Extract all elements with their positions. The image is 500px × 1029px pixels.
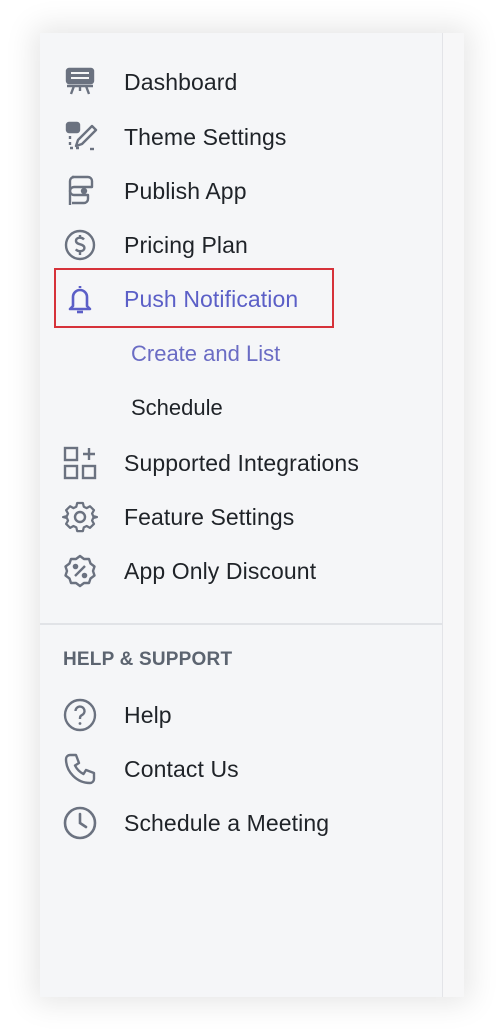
dollar-icon: [60, 225, 100, 265]
nav-label: Supported Integrations: [124, 449, 359, 476]
sub-item-schedule[interactable]: Schedule: [131, 390, 223, 426]
help-icon: [60, 695, 100, 735]
sidebar-panel: Dashboard Theme Settings Publish App Pri…: [40, 33, 464, 997]
help-support-heading: HELP & SUPPORT: [63, 649, 233, 670]
nav-item-theme-settings[interactable]: Theme Settings: [60, 117, 286, 157]
nav-item-supported-integrations[interactable]: Supported Integrations: [60, 443, 359, 483]
clock-icon: [60, 803, 100, 843]
nav-item-pricing-plan[interactable]: Pricing Plan: [60, 225, 248, 265]
integrations-icon: [60, 443, 100, 483]
phone-icon: [60, 749, 100, 789]
nav-item-app-only-discount[interactable]: App Only Discount: [60, 551, 316, 591]
nav-item-schedule-a-meeting[interactable]: Schedule a Meeting: [60, 803, 329, 843]
discount-icon: [60, 551, 100, 591]
sub-item-label: Schedule: [131, 395, 223, 420]
nav-label: Theme Settings: [124, 123, 287, 150]
bell-icon: [60, 279, 100, 319]
nav-label: Publish App: [124, 177, 247, 204]
sidebar-right-edge: [442, 33, 464, 997]
divider: [40, 623, 443, 625]
sub-item-create-and-list[interactable]: Create and List: [131, 336, 280, 372]
dashboard-icon: [60, 62, 100, 102]
nav-item-help[interactable]: Help: [60, 695, 172, 735]
nav-item-publish-app[interactable]: Publish App: [60, 171, 247, 211]
nav-item-push-notification[interactable]: Push Notification: [60, 279, 298, 319]
theme-edit-icon: [60, 117, 100, 157]
nav-label: Contact Us: [124, 755, 239, 782]
nav-label: App Only Discount: [124, 557, 317, 584]
nav-item-dashboard[interactable]: Dashboard: [60, 62, 237, 102]
nav-label: Feature Settings: [124, 503, 295, 530]
nav-label: Schedule a Meeting: [124, 809, 330, 836]
gear-icon: [60, 497, 100, 537]
nav-item-feature-settings[interactable]: Feature Settings: [60, 497, 294, 537]
nav-item-contact-us[interactable]: Contact Us: [60, 749, 239, 789]
nav-label: Dashboard: [124, 68, 238, 95]
nav-label: Help: [124, 701, 172, 728]
nav-label: Push Notification: [124, 285, 299, 312]
nav-label: Pricing Plan: [124, 231, 248, 258]
publish-app-icon: [60, 171, 100, 211]
sub-item-label: Create and List: [131, 341, 281, 366]
